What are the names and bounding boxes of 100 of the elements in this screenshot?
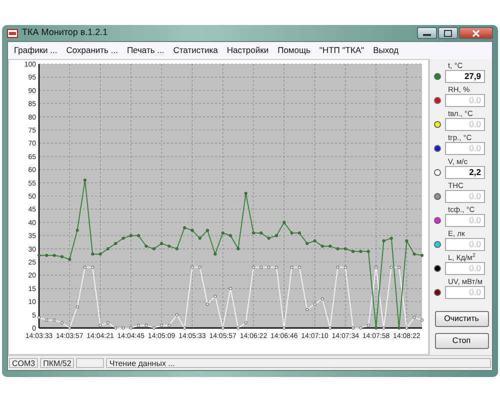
data-point: [98, 324, 102, 327]
data-point: [298, 231, 301, 234]
data-point: [122, 236, 125, 240]
data-point: [244, 192, 248, 195]
data-point: [306, 308, 309, 311]
data-point: [260, 265, 263, 269]
data-point: [405, 326, 408, 330]
maximize-icon: [444, 30, 452, 36]
status-text: COM3: [9, 358, 38, 368]
data-point: [160, 324, 164, 327]
data-point: [244, 320, 248, 324]
data-point: [68, 258, 72, 261]
menu-item[interactable]: Помощь: [278, 44, 310, 57]
data-point: [260, 231, 263, 234]
value-field: 0.0: [445, 190, 485, 203]
data-point: [274, 265, 278, 269]
menu-item[interactable]: "НТП "ТКА": [319, 44, 364, 57]
data-point: [190, 265, 194, 269]
app-icon: [7, 28, 18, 38]
data-point: [129, 326, 132, 330]
data-point: [60, 254, 64, 258]
data-point: [298, 265, 301, 269]
minimize-button[interactable]: [417, 27, 437, 39]
data-point: [352, 326, 355, 330]
data-point: [152, 247, 156, 250]
menu-item[interactable]: Печать ...: [126, 44, 164, 57]
value-field: 0.0: [445, 118, 485, 131]
data-point: [359, 250, 362, 253]
data-point: [336, 247, 340, 250]
data-point: [76, 228, 79, 232]
data-point: [221, 231, 224, 234]
data-point: [52, 254, 56, 257]
data-point: [374, 326, 378, 330]
menu-item[interactable]: Графики ...: [14, 44, 58, 57]
data-point: [344, 247, 347, 250]
data-point: [374, 265, 378, 269]
data-point: [91, 252, 94, 256]
data-point: [313, 302, 316, 306]
data-point: [37, 254, 41, 257]
menu-item[interactable]: Статистика: [173, 44, 218, 57]
data-point: [328, 326, 332, 330]
data-point: [320, 297, 324, 300]
data-point: [175, 313, 178, 316]
data-point: [152, 326, 156, 330]
value-field: 2,2: [445, 166, 485, 179]
value-field: 0.0: [445, 94, 485, 107]
data-point: [52, 318, 56, 322]
value-field: 0.0: [445, 238, 485, 251]
data-point: [282, 326, 286, 330]
close-button[interactable]: [459, 27, 493, 39]
data-point: [390, 265, 393, 269]
menu-item[interactable]: Выход: [373, 44, 399, 57]
value-field: 0.0: [445, 142, 485, 155]
data-point: [83, 265, 86, 269]
data-point: [328, 244, 332, 248]
data-point: [405, 239, 408, 242]
data-point: [76, 305, 79, 308]
value-field: 27,9: [445, 70, 485, 83]
close-icon: [472, 30, 480, 36]
maximize-button[interactable]: [438, 27, 458, 39]
value-field: 0.0: [445, 214, 485, 227]
data-point: [320, 244, 324, 248]
data-point: [228, 234, 232, 237]
data-point: [290, 231, 294, 234]
data-point: [274, 234, 278, 237]
data-point: [83, 178, 86, 182]
data-point: [267, 265, 270, 269]
value-field: 0.0: [445, 262, 485, 275]
data-point: [183, 326, 186, 330]
action-button[interactable]: Стоп: [434, 333, 488, 349]
data-point: [37, 316, 41, 319]
data-point: [137, 234, 140, 237]
data-point: [313, 239, 316, 242]
status-text: ПКМ/52: [40, 358, 74, 368]
data-point: [412, 316, 416, 319]
data-point: [175, 247, 178, 250]
data-point: [45, 318, 48, 322]
action-button[interactable]: Очистить: [434, 311, 488, 327]
data-point: [206, 228, 210, 232]
data-point: [198, 236, 202, 240]
data-point: [122, 326, 125, 330]
data-point: [106, 320, 110, 324]
data-point: [91, 265, 94, 269]
data-point: [344, 265, 347, 269]
data-point: [45, 254, 48, 257]
data-point: [214, 252, 217, 256]
data-point: [68, 326, 72, 330]
menu-item[interactable]: Настройки: [226, 44, 269, 57]
menu-item[interactable]: Сохранить ...: [66, 44, 118, 57]
data-point: [366, 250, 370, 253]
data-point: [137, 324, 140, 327]
data-point: [236, 326, 240, 330]
data-point: [114, 326, 118, 330]
data-point: [60, 320, 64, 324]
data-point: [160, 242, 164, 245]
data-point: [306, 242, 309, 245]
data-point: [366, 324, 370, 327]
data-point: [282, 220, 286, 224]
data-point: [420, 318, 424, 322]
data-point: [412, 252, 416, 256]
